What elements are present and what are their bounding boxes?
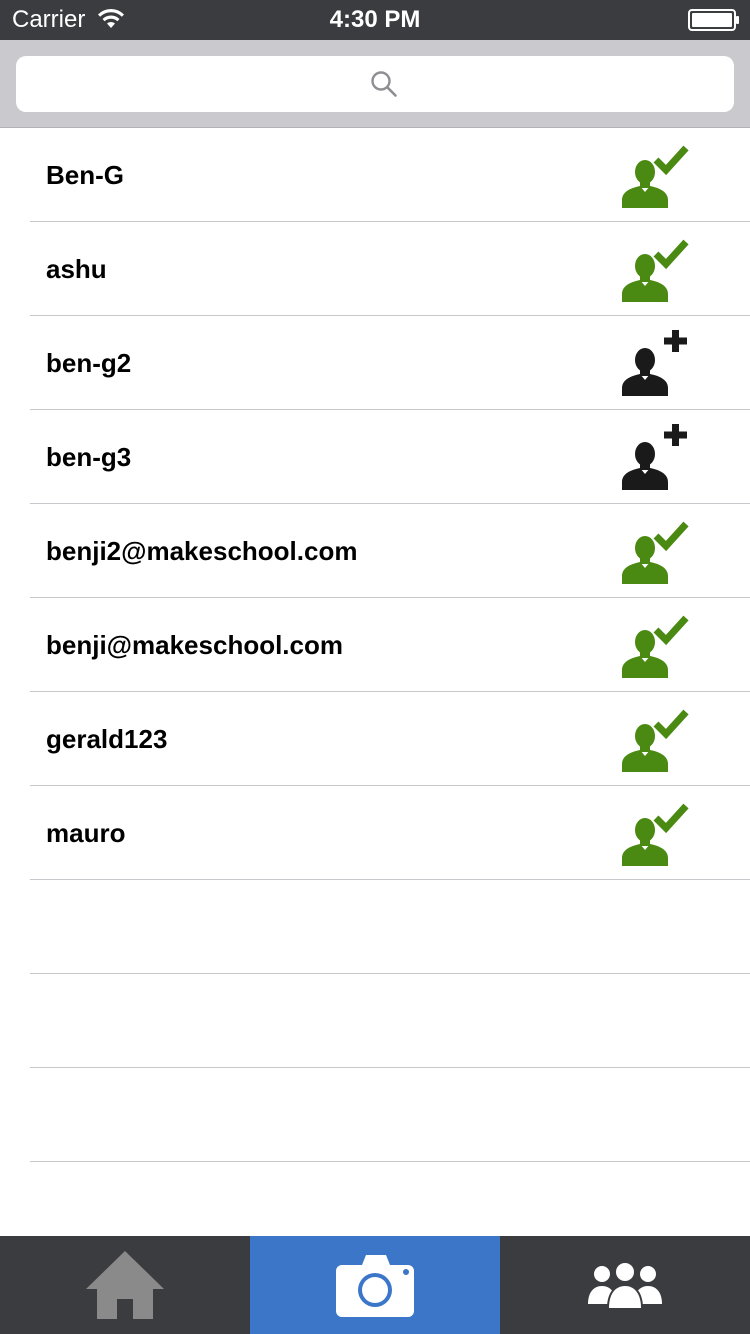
friends-icon <box>588 1261 662 1308</box>
following-check-icon[interactable] <box>620 610 692 680</box>
search-field-container[interactable] <box>16 56 734 112</box>
following-check-icon[interactable] <box>620 704 692 774</box>
list-item[interactable]: mauro <box>30 786 750 880</box>
tab-bar <box>0 1236 750 1334</box>
list-item[interactable]: Ben-G <box>30 128 750 222</box>
add-friend-icon[interactable] <box>620 422 692 492</box>
tab-home[interactable] <box>0 1236 250 1334</box>
list-item[interactable]: benji2@makeschool.com <box>30 504 750 598</box>
empty-row <box>30 880 750 974</box>
list-item[interactable]: benji@makeschool.com <box>30 598 750 692</box>
empty-row <box>30 1068 750 1162</box>
friend-name: gerald123 <box>46 724 168 754</box>
tab-camera[interactable] <box>250 1236 500 1334</box>
following-check-icon[interactable] <box>620 140 692 210</box>
friend-name: benji@makeschool.com <box>46 630 343 660</box>
home-icon <box>86 1251 164 1319</box>
list-item[interactable]: ben-g2 <box>30 316 750 410</box>
list-item[interactable]: gerald123 <box>30 692 750 786</box>
following-check-icon[interactable] <box>620 798 692 868</box>
friend-name: ashu <box>46 254 107 284</box>
empty-row <box>30 974 750 1068</box>
camera-icon <box>336 1255 414 1317</box>
friend-name: ben-g2 <box>46 348 132 378</box>
tab-friends[interactable] <box>500 1236 750 1334</box>
friend-name: ben-g3 <box>46 442 132 472</box>
list-item[interactable]: ashu <box>30 222 750 316</box>
battery-icon <box>688 9 739 31</box>
clock: 4:30 PM <box>329 6 421 33</box>
friend-name: mauro <box>46 818 126 848</box>
friend-list: Ben-G ashu ben-g2 ben-g3 benji2@makeschool.c… <box>0 128 750 1162</box>
following-check-icon[interactable] <box>620 234 692 304</box>
friend-name: Ben-G <box>46 160 124 190</box>
search-input[interactable] <box>16 56 734 112</box>
list-item[interactable]: ben-g3 <box>30 410 750 504</box>
friend-name: benji2@makeschool.com <box>46 536 358 566</box>
add-friend-icon[interactable] <box>620 328 692 398</box>
following-check-icon[interactable] <box>620 516 692 586</box>
search-bar <box>0 40 750 128</box>
status-bar: Carrier 4:30 PM <box>0 0 750 40</box>
